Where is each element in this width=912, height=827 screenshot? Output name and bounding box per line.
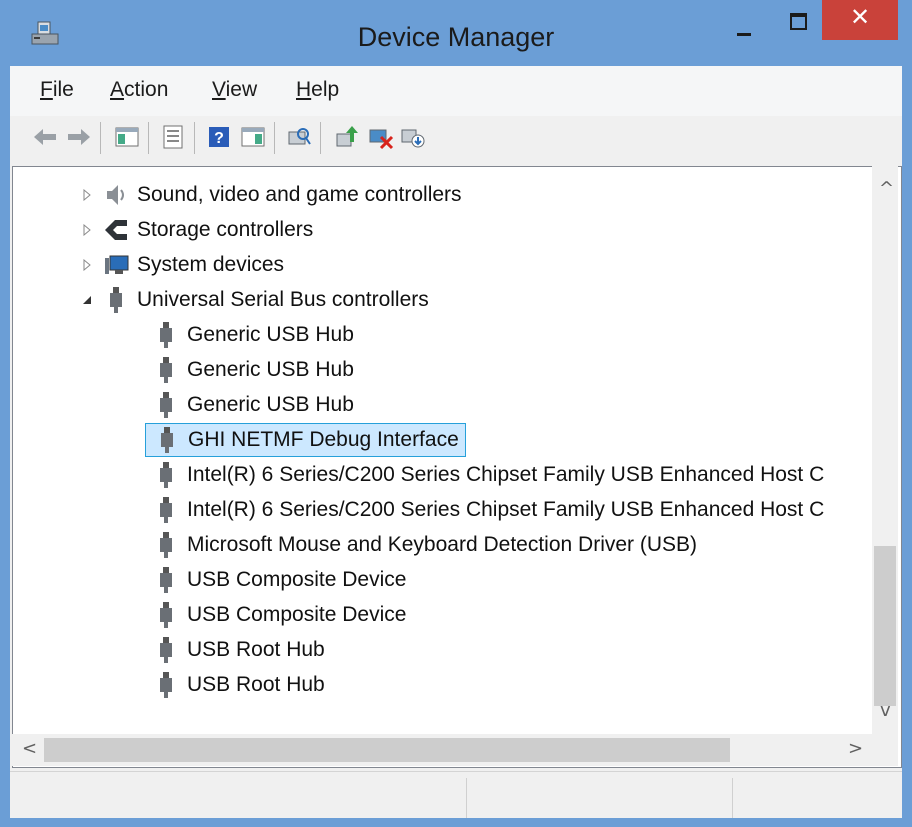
forward-icon[interactable]	[66, 124, 92, 150]
tree-device-item[interactable]: USB Root Hub	[153, 633, 325, 667]
tree-device-item[interactable]: USB Root Hub	[153, 668, 325, 702]
back-icon[interactable]	[32, 124, 58, 150]
help-icon[interactable]: ?	[206, 124, 232, 150]
tree-device-item[interactable]: USB Composite Device	[153, 598, 406, 632]
device-label: Generic USB Hub	[187, 358, 354, 381]
tree-category-label: Universal Serial Bus controllers	[137, 288, 429, 311]
menu-help-label: elp	[311, 78, 340, 101]
horizontal-scrollbar[interactable]: < >	[12, 734, 872, 766]
device-label: Microsoft Mouse and Keyboard Detection D…	[187, 533, 698, 556]
title-bar[interactable]: Device Manager ✕	[0, 0, 912, 66]
scroll-down-arrow[interactable]: v	[880, 700, 891, 721]
tree-device-item[interactable]: Generic USB Hub	[153, 318, 354, 352]
device-label: Intel(R) 6 Series/C200 Series Chipset Fa…	[187, 498, 825, 521]
usb-plug-icon	[160, 567, 172, 593]
tree-category-system-devices[interactable]: System devices	[81, 248, 284, 282]
status-divider	[466, 778, 467, 818]
tree-device-item[interactable]: Generic USB Hub	[153, 353, 354, 387]
horizontal-scroll-thumb[interactable]	[44, 738, 730, 762]
menu-file-label: ile	[52, 78, 74, 101]
toolbar-separator	[194, 122, 195, 154]
storage-controller-icon	[105, 220, 127, 240]
usb-plug-icon	[160, 392, 172, 418]
device-label: USB Root Hub	[187, 673, 325, 696]
menu-view[interactable]: View	[208, 76, 261, 104]
tree-category-label: Sound, video and game controllers	[137, 183, 462, 206]
disable-device-icon[interactable]	[400, 124, 426, 150]
tree-device-item-selected[interactable]: GHI NETMF Debug Interface	[145, 423, 466, 457]
expand-arrow-icon[interactable]	[81, 224, 93, 236]
usb-plug-icon	[160, 322, 172, 348]
scrollbar-corner	[872, 734, 898, 766]
show-action-pane-icon[interactable]	[240, 124, 266, 150]
maximize-button[interactable]	[772, 0, 822, 40]
scroll-right-arrow[interactable]: >	[848, 738, 863, 759]
svg-text:?: ?	[214, 130, 224, 147]
collapse-arrow-icon[interactable]	[81, 294, 93, 306]
device-label: Generic USB Hub	[187, 323, 354, 346]
device-label: USB Root Hub	[187, 638, 325, 661]
usb-plug-icon	[160, 637, 172, 663]
menu-help[interactable]: Help	[292, 76, 343, 104]
device-label: USB Composite Device	[187, 568, 407, 591]
menu-action[interactable]: Action	[106, 76, 172, 104]
toolbar-separator	[274, 122, 275, 154]
system-devices-icon	[105, 255, 129, 274]
tree-device-item[interactable]: Generic USB Hub	[153, 388, 354, 422]
menu-file-accelerator: F	[40, 78, 53, 101]
menu-help-accelerator: H	[296, 78, 312, 101]
menu-bar: File Action View Help	[10, 66, 902, 116]
device-label: Intel(R) 6 Series/C200 Series Chipset Fa…	[187, 463, 825, 486]
device-manager-window: Device Manager ✕ File Action View Help ?…	[0, 0, 912, 827]
tree-category-storage[interactable]: Storage controllers	[81, 213, 313, 247]
tree-device-item[interactable]: Intel(R) 6 Series/C200 Series Chipset Fa…	[153, 493, 824, 527]
minimize-button[interactable]	[716, 0, 772, 40]
expand-arrow-icon[interactable]	[81, 189, 93, 201]
device-label: Generic USB Hub	[187, 393, 354, 416]
expand-arrow-icon[interactable]	[81, 259, 93, 271]
menu-view-label: iew	[225, 78, 258, 101]
menu-action-accelerator: A	[110, 78, 125, 101]
usb-plug-icon	[160, 672, 172, 698]
usb-plug-icon	[160, 357, 172, 383]
status-bar	[10, 771, 902, 818]
tree-category-label: System devices	[137, 253, 285, 276]
usb-plug-icon	[160, 602, 172, 628]
toolbar-separator	[100, 122, 101, 154]
menu-action-label: ction	[124, 78, 169, 101]
device-label: USB Composite Device	[187, 603, 407, 626]
close-icon: ✕	[849, 3, 871, 31]
show-hide-console-tree-icon[interactable]	[114, 124, 140, 150]
vertical-scroll-thumb[interactable]	[874, 546, 896, 706]
menu-view-accelerator: V	[212, 78, 226, 101]
properties-icon[interactable]	[160, 124, 186, 150]
tree-category-sound[interactable]: Sound, video and game controllers	[81, 178, 462, 212]
status-divider	[732, 778, 733, 818]
usb-plug-icon	[160, 532, 172, 558]
device-label: GHI NETMF Debug Interface	[188, 428, 459, 451]
toolbar-separator	[148, 122, 149, 154]
usb-plug-icon	[160, 497, 172, 523]
toolbar: ?	[10, 116, 902, 162]
usb-plug-icon	[160, 462, 172, 488]
toolbar-separator	[320, 122, 321, 154]
tree-device-item[interactable]: Intel(R) 6 Series/C200 Series Chipset Fa…	[153, 458, 824, 492]
tree-device-item[interactable]: USB Composite Device	[153, 563, 406, 597]
scroll-left-arrow[interactable]: <	[22, 738, 37, 759]
menu-file[interactable]: File	[36, 76, 78, 104]
speaker-icon	[107, 185, 124, 205]
tree-device-item[interactable]: Microsoft Mouse and Keyboard Detection D…	[153, 528, 697, 562]
uninstall-device-icon[interactable]	[368, 124, 394, 150]
scroll-up-arrow[interactable]: ^	[879, 178, 894, 199]
usb-plug-icon	[161, 427, 173, 453]
tree-category-usb-controllers[interactable]: Universal Serial Bus controllers	[81, 283, 429, 317]
device-tree[interactable]: Sound, video and game controllers Storag…	[12, 166, 902, 768]
vertical-scrollbar[interactable]: ^ v	[872, 166, 898, 766]
scan-hardware-changes-icon[interactable]	[286, 124, 312, 150]
client-area: File Action View Help ? Sound, video and…	[10, 66, 902, 818]
update-driver-icon[interactable]	[334, 124, 360, 150]
tree-category-label: Storage controllers	[137, 218, 314, 241]
usb-plug-icon	[110, 287, 122, 313]
close-button[interactable]: ✕	[822, 0, 898, 40]
